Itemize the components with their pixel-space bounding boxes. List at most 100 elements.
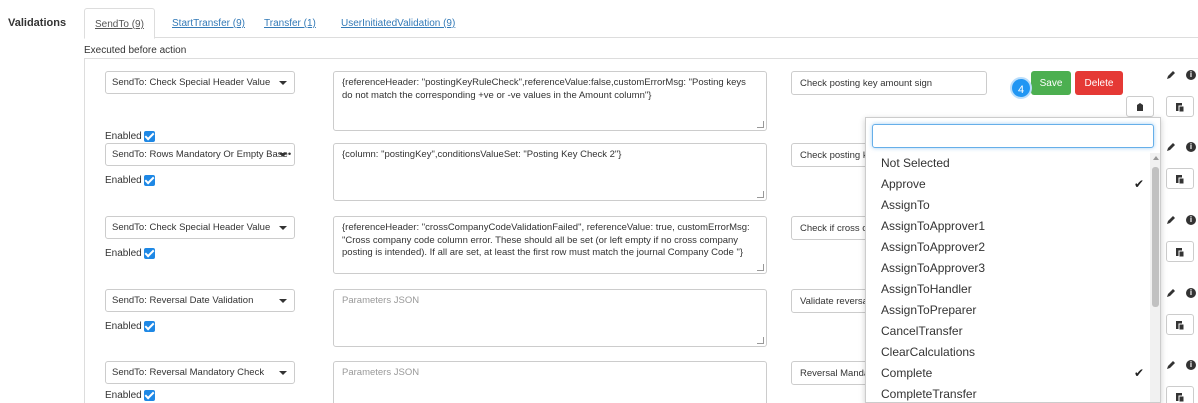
copy-icon (1137, 102, 1143, 111)
dropdown-item[interactable]: CompleteTransfer (866, 384, 1150, 402)
scroll-up-icon[interactable] (1153, 156, 1159, 160)
action-dropdown: Not Selected Approve ✔ AssignTo AssignToA… (865, 117, 1161, 403)
parameters-json-textarea[interactable]: {referenceHeader: "crossCompanyCodeValid… (333, 216, 767, 274)
info-icon[interactable]: i (1186, 70, 1196, 80)
validation-type-value: SendTo: Check Special Header Value (112, 222, 271, 233)
resize-grip-icon[interactable] (757, 121, 764, 128)
executed-before-label: Executed before action (84, 45, 187, 56)
enabled-toggle[interactable]: Enabled (105, 175, 155, 186)
parameters-json-textarea[interactable]: Parameters JSON (333, 361, 767, 403)
paste-button[interactable] (1166, 386, 1194, 403)
validation-type-select[interactable]: SendTo: Check Special Header Value (105, 216, 295, 239)
parameters-json-value: {referenceHeader: "crossCompanyCodeValid… (342, 222, 750, 258)
dropdown-item[interactable]: AssignTo (866, 195, 1150, 216)
dropdown-item[interactable]: Complete ✔ (866, 363, 1150, 384)
resize-grip-icon[interactable] (757, 264, 764, 271)
section-label: Validations (8, 17, 67, 29)
info-icon[interactable]: i (1186, 215, 1196, 225)
dropdown-item-label: CompleteTransfer (881, 387, 977, 401)
dropdown-item-label: ClearCalculations (881, 345, 976, 359)
paste-icon (1176, 247, 1185, 257)
paste-icon (1176, 174, 1185, 184)
enabled-label: Enabled (105, 321, 142, 332)
tab-transfer[interactable]: Transfer (1) (254, 8, 326, 38)
parameters-json-textarea[interactable]: Parameters JSON (333, 289, 767, 347)
enabled-checkbox[interactable] (143, 131, 155, 142)
parameters-json-value: {column: "postingKey",conditionsValueSet… (342, 149, 622, 160)
pencil-icon[interactable] (1166, 288, 1176, 298)
parameters-json-textarea[interactable]: {column: "postingKey",conditionsValueSet… (333, 143, 767, 201)
paste-icon (1176, 320, 1185, 330)
enabled-label: Enabled (105, 175, 142, 186)
description-input[interactable]: Check posting key amount sign (791, 71, 987, 95)
dropdown-item[interactable]: CancelTransfer (866, 321, 1150, 342)
pencil-icon[interactable] (1166, 70, 1176, 80)
dropdown-item[interactable]: Not Selected (866, 153, 1150, 174)
info-icon[interactable]: i (1186, 360, 1196, 370)
enabled-label: Enabled (105, 390, 142, 401)
parameters-json-value: {referenceHeader: "postingKeyRuleCheck",… (342, 77, 746, 101)
enabled-checkbox[interactable] (143, 248, 155, 259)
dropdown-item[interactable]: AssignToHandler (866, 279, 1150, 300)
enabled-toggle[interactable]: Enabled (105, 321, 155, 332)
pencil-icon[interactable] (1166, 360, 1176, 370)
parameters-json-placeholder: Parameters JSON (342, 367, 420, 378)
dropdown-item-label: AssignToApprover2 (881, 240, 986, 254)
caret-down-icon (279, 299, 287, 303)
paste-button[interactable] (1166, 96, 1194, 117)
delete-button[interactable]: Delete (1075, 71, 1123, 95)
dropdown-item-label: AssignToHandler (881, 282, 972, 296)
paste-button[interactable] (1166, 168, 1194, 189)
validation-type-value: SendTo: Reversal Date Validation (112, 295, 254, 306)
dropdown-item[interactable]: ClearCalculations (866, 342, 1150, 363)
dropdown-item-label: AssignTo (881, 198, 930, 212)
validation-type-value: SendTo: Reversal Mandatory Check (112, 367, 265, 378)
validation-type-select[interactable]: SendTo: Reversal Mandatory Check (105, 361, 295, 384)
paste-button[interactable] (1166, 314, 1194, 335)
dropdown-item-label: Not Selected (881, 156, 950, 170)
dropdown-item[interactable]: AssignToApprover3 (866, 258, 1150, 279)
enabled-label: Enabled (105, 248, 142, 259)
validation-type-select[interactable]: SendTo: Rows Mandatory Or Empty Base• (105, 143, 295, 166)
dropdown-search-input[interactable] (872, 124, 1154, 148)
dropdown-item-label: Approve (881, 177, 926, 191)
dropdown-item[interactable]: AssignToPreparer (866, 300, 1150, 321)
dropdown-scrollbar[interactable] (1150, 153, 1160, 402)
enabled-toggle[interactable]: Enabled (105, 131, 155, 142)
validation-type-select[interactable]: SendTo: Check Special Header Value (105, 71, 295, 94)
dropdown-item[interactable]: AssignToApprover2 (866, 237, 1150, 258)
annotation-badge-4: 4 (1010, 77, 1032, 99)
save-button[interactable]: Save (1031, 71, 1071, 95)
caret-down-icon (279, 226, 287, 230)
paste-icon (1176, 392, 1185, 402)
validation-type-value: SendTo: Check Special Header Value (112, 77, 271, 88)
resize-grip-icon[interactable] (757, 337, 764, 344)
dropdown-item[interactable]: Approve ✔ (866, 174, 1150, 195)
dropdown-item-label: AssignToPreparer (881, 303, 977, 317)
paste-button[interactable] (1166, 241, 1194, 262)
pencil-icon[interactable] (1166, 215, 1176, 225)
scrollbar-thumb[interactable] (1152, 167, 1159, 307)
parameters-json-placeholder: Parameters JSON (342, 295, 420, 306)
copy-button[interactable] (1126, 96, 1154, 117)
enabled-checkbox[interactable] (143, 175, 155, 186)
dropdown-item-label: AssignToApprover3 (881, 261, 986, 275)
enabled-toggle[interactable]: Enabled (105, 248, 155, 259)
validation-type-select[interactable]: SendTo: Reversal Date Validation (105, 289, 295, 312)
tab-userinitiatedvalidation[interactable]: UserInitiatedValidation (9) (331, 8, 465, 38)
enabled-toggle[interactable]: Enabled (105, 390, 155, 401)
tab-starttransfer[interactable]: StartTransfer (9) (162, 8, 255, 38)
tab-sendto[interactable]: SendTo (9) (84, 8, 155, 39)
info-icon[interactable]: i (1186, 142, 1196, 152)
caret-down-icon (279, 153, 287, 157)
info-icon[interactable]: i (1186, 288, 1196, 298)
enabled-checkbox[interactable] (143, 390, 155, 401)
pencil-icon[interactable] (1166, 142, 1176, 152)
checkmark-icon: ✔ (1133, 366, 1144, 380)
resize-grip-icon[interactable] (757, 191, 764, 198)
dropdown-list: Not Selected Approve ✔ AssignTo AssignToA… (866, 153, 1150, 402)
parameters-json-textarea[interactable]: {referenceHeader: "postingKeyRuleCheck",… (333, 71, 767, 131)
enabled-checkbox[interactable] (143, 321, 155, 332)
dropdown-item-label: CancelTransfer (881, 324, 963, 338)
dropdown-item[interactable]: AssignToApprover1 (866, 216, 1150, 237)
